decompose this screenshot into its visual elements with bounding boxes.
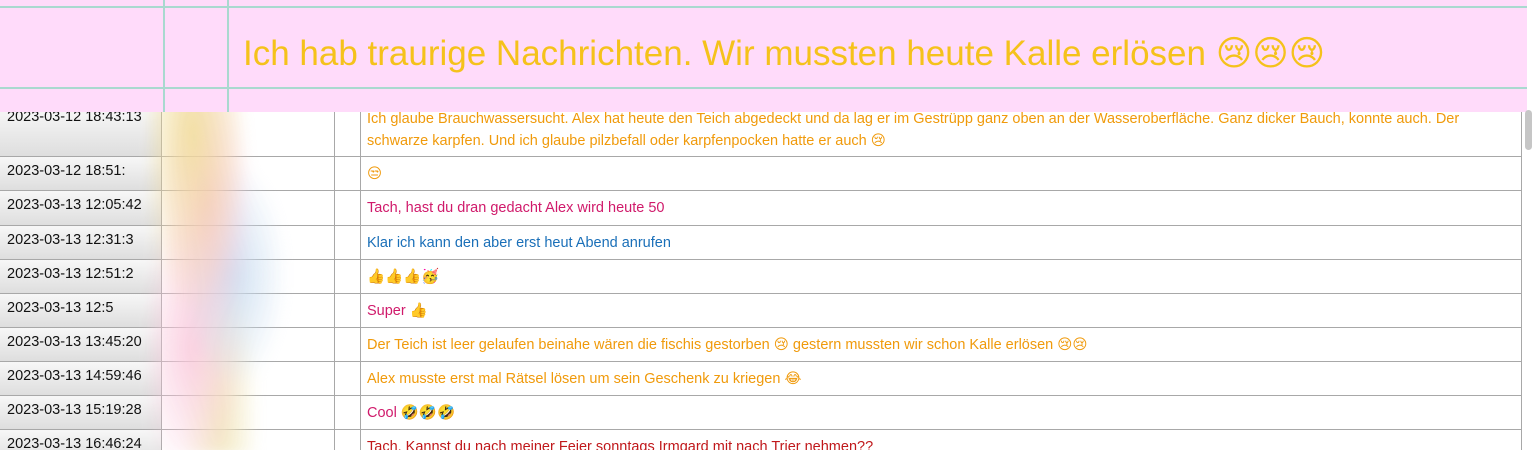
message-text: Cool 🤣🤣🤣 — [361, 396, 1522, 429]
redaction-blur — [150, 95, 290, 450]
message-date: 2023-03-13 14:59:46 — [0, 362, 162, 395]
chat-export-window: 2023-03-12 18:43:13 Ich glaube Brauchwas… — [0, 0, 1535, 450]
message-flag-cell — [335, 328, 361, 361]
message-date: 2023-03-13 16:46:24 — [0, 430, 162, 450]
message-text: Tach. Kannst du nach meiner Feier sonnta… — [361, 430, 1522, 450]
banner-grid-line — [0, 6, 1527, 8]
message-flag-cell — [335, 362, 361, 395]
message-flag-cell — [335, 191, 361, 225]
message-flag-cell — [335, 157, 361, 190]
message-text: Super 👍 — [361, 294, 1522, 327]
notification-banner: Ich hab traurige Nachrichten. Wir musste… — [0, 0, 1527, 112]
scrollbar-track[interactable] — [1522, 110, 1535, 450]
banner-grid-line — [227, 0, 229, 112]
message-flag-cell — [335, 396, 361, 429]
message-date: 2023-03-12 18:43:13 — [0, 109, 162, 156]
message-date: 2023-03-13 12:51:2 — [0, 260, 162, 293]
message-text: Ich glaube Brauchwassersucht. Alex hat h… — [361, 108, 1522, 156]
message-text: 😒 — [361, 157, 1522, 190]
message-text: Alex musste erst mal Rätsel lösen um sei… — [361, 362, 1522, 395]
message-date: 2023-03-13 12:31:3 — [0, 226, 162, 259]
scrollbar-thumb[interactable] — [1525, 110, 1532, 150]
message-flag-cell — [335, 112, 361, 156]
message-text: 👍👍👍🥳 — [361, 260, 1522, 293]
banner-message: Ich hab traurige Nachrichten. Wir musste… — [243, 34, 1326, 73]
banner-grid-line — [0, 87, 1527, 89]
banner-grid-line — [163, 0, 165, 112]
message-text: Der Teich ist leer gelaufen beinahe wäre… — [361, 328, 1522, 361]
message-date: 2023-03-13 15:19:28 — [0, 396, 162, 429]
message-date: 2023-03-13 12:05:42 — [0, 191, 162, 225]
message-flag-cell — [335, 430, 361, 450]
message-flag-cell — [335, 294, 361, 327]
message-text: Klar ich kann den aber erst heut Abend a… — [361, 226, 1522, 259]
message-text: Tach, hast du dran gedacht Alex wird heu… — [361, 191, 1522, 225]
message-flag-cell — [335, 226, 361, 259]
message-date: 2023-03-13 12:5 — [0, 294, 162, 327]
message-date: 2023-03-13 13:45:20 — [0, 328, 162, 361]
message-date: 2023-03-12 18:51: — [0, 157, 162, 190]
message-flag-cell — [335, 260, 361, 293]
